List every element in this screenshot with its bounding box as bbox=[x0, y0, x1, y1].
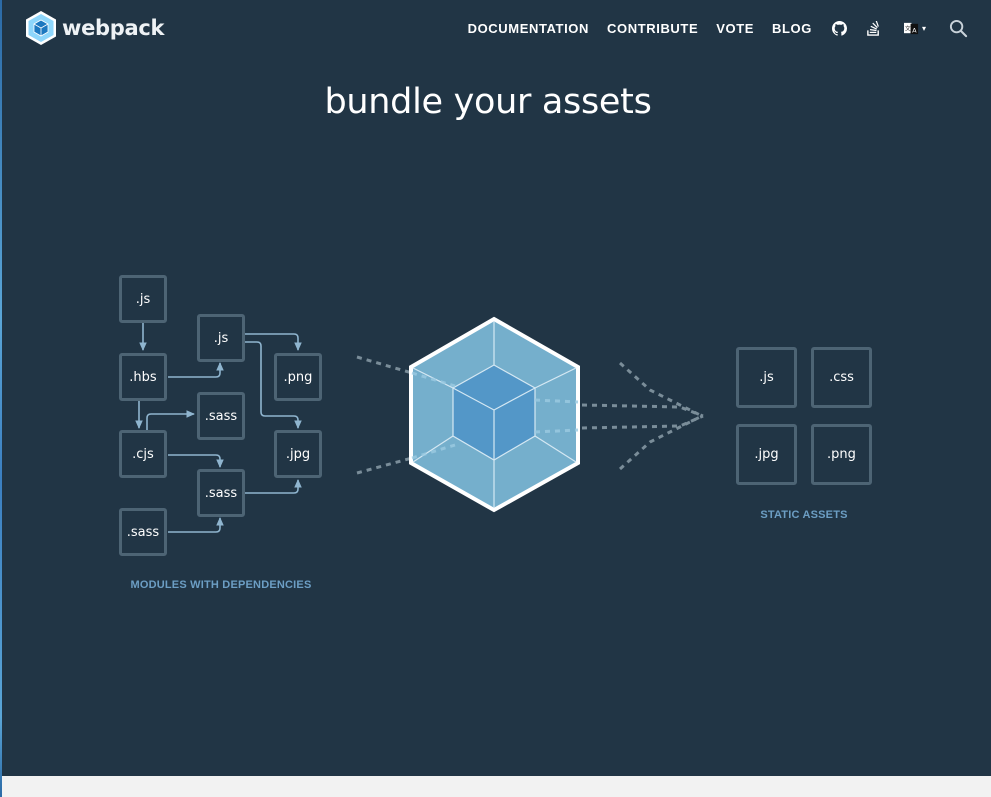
dotted-line-in-top bbox=[356, 355, 413, 375]
arrow-cjs-to-sass-mid bbox=[168, 454, 224, 468]
static-assets-caption: STATIC ASSETS bbox=[760, 509, 848, 521]
nav-documentation[interactable]: DOCUMENTATION bbox=[468, 21, 589, 36]
input-dotted-lines bbox=[356, 355, 413, 475]
arrow-sass-to-sass bbox=[168, 517, 224, 533]
nav-contribute[interactable]: CONTRIBUTE bbox=[607, 21, 698, 36]
module-box-sass-2: .sass bbox=[197, 469, 245, 517]
arrow-sass-to-jpg bbox=[245, 479, 302, 494]
search-icon[interactable] bbox=[948, 18, 968, 38]
module-box-sass-3: .sass bbox=[119, 508, 167, 556]
github-icon[interactable] bbox=[832, 20, 848, 36]
window-edge bbox=[0, 0, 2, 797]
dotted-line-out-2 bbox=[581, 414, 704, 430]
cube-inner bbox=[453, 365, 535, 460]
webpack-logo-icon bbox=[26, 11, 56, 45]
module-box-js: .js bbox=[119, 275, 167, 323]
page-below-hero bbox=[0, 776, 991, 797]
output-dotted-lines bbox=[581, 361, 704, 471]
arrow-js-to-png bbox=[245, 333, 302, 351]
nav-blog[interactable]: BLOG bbox=[772, 21, 812, 36]
dotted-line-out-4 bbox=[618, 415, 701, 471]
brand-name: webpack bbox=[62, 16, 165, 40]
site-header: webpack DOCUMENTATION CONTRIBUTE VOTE BL… bbox=[0, 0, 991, 56]
module-box-png: .png bbox=[274, 353, 322, 401]
modules-caption: MODULES WITH DEPENDENCIES bbox=[130, 579, 312, 591]
asset-box-jpg: .jpg bbox=[736, 424, 797, 485]
arrow-cjs-to-sass bbox=[146, 410, 195, 430]
svg-text:文: 文 bbox=[905, 24, 911, 32]
dotted-line-in-bottom bbox=[356, 456, 413, 475]
logo-link[interactable]: webpack bbox=[25, 10, 165, 46]
webpack-cube-icon bbox=[409, 316, 580, 513]
language-selector[interactable]: A 文 ▾ bbox=[903, 21, 926, 36]
asset-box-js: .js bbox=[736, 347, 797, 408]
main-nav: DOCUMENTATION CONTRIBUTE VOTE BLOG A 文 ▾ bbox=[468, 0, 991, 56]
cube-outer bbox=[409, 316, 580, 513]
module-box-sass: .sass bbox=[197, 392, 245, 440]
svg-text:A: A bbox=[912, 26, 917, 34]
dotted-line-out-3 bbox=[618, 361, 701, 417]
module-box-hbs: .hbs bbox=[119, 353, 167, 401]
asset-box-css: .css bbox=[811, 347, 872, 408]
stack-overflow-icon[interactable] bbox=[866, 20, 882, 36]
hero-section: webpack DOCUMENTATION CONTRIBUTE VOTE BL… bbox=[0, 0, 991, 776]
hero-title: bundle your assets bbox=[324, 82, 652, 122]
chevron-down-icon: ▾ bbox=[921, 23, 926, 33]
nav-vote[interactable]: VOTE bbox=[716, 21, 754, 36]
module-box-cjs: .cjs bbox=[119, 430, 167, 478]
language-icon: A 文 bbox=[903, 22, 919, 34]
dotted-line-out-1 bbox=[581, 403, 704, 418]
module-box-js-2: .js bbox=[197, 314, 245, 362]
arrow-hbs-to-js bbox=[168, 362, 224, 378]
asset-box-png: .png bbox=[811, 424, 872, 485]
module-box-jpg: .jpg bbox=[274, 430, 322, 478]
